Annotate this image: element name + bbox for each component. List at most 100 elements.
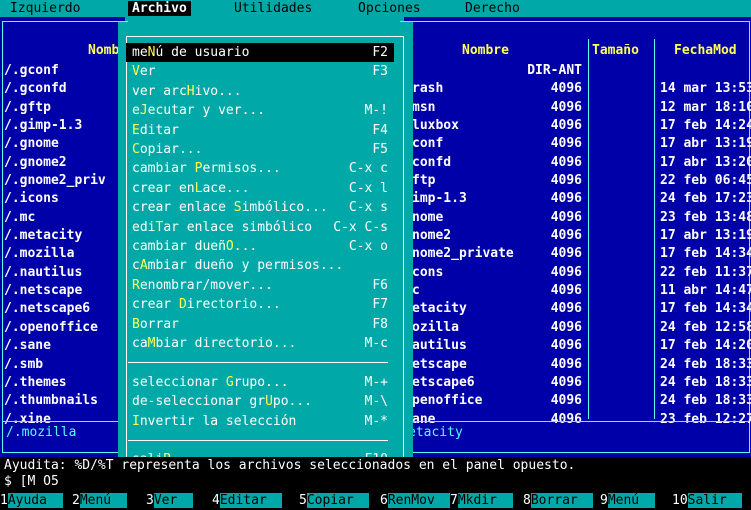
left-file-row[interactable]: /.gnome2 (4, 154, 124, 172)
menu-item[interactable]: Renombrar/mover... F6 (126, 276, 394, 295)
fkey-9[interactable]: 9Menú (600, 492, 655, 510)
left-file-row[interactable]: /.gconfd (4, 80, 124, 98)
menu-item-shortcut: F5 (372, 142, 388, 157)
menu-item[interactable]: ediTar enlace simbólico C-x C-s (126, 218, 394, 237)
right-file-row[interactable]: etacity 4096 17 feb 14:34 (410, 300, 751, 318)
menu-item[interactable]: cambiar Permisos... C-x c (126, 159, 394, 178)
menu-item[interactable]: crear enLace... C-x l (126, 179, 394, 198)
menu-item[interactable]: ver arcHivo... (126, 82, 394, 101)
menu-item[interactable]: crear Directorio... F7 (126, 295, 394, 314)
right-file-row[interactable]: etscape6 4096 24 feb 18:33 (410, 374, 751, 392)
menu-item[interactable]: eJecutar y ver... M-! (126, 101, 394, 120)
right-header-size[interactable]: Tamaño (592, 43, 639, 59)
menu-item[interactable]: cAmbiar dueño y permisos... (126, 256, 394, 275)
archivo-dropdown-menu[interactable]: meNú de usuario F2 Ver F3 ver arcHivo... eJec… (118, 22, 413, 470)
right-file-row[interactable]: cons 4096 22 feb 11:37 (410, 264, 751, 282)
right-file-row[interactable]: nome 4096 23 feb 13:48 (410, 209, 751, 227)
left-file-row[interactable]: /.gimp-1.3 (4, 117, 124, 135)
fkey-6[interactable]: 6RenMov (380, 492, 451, 510)
right-file-row[interactable]: etscape 4096 24 feb 18:33 (410, 356, 751, 374)
right-file-list[interactable]: DIR-ANT rash 4096 14 mar 13:53 msn 4096 12 mar… (410, 62, 751, 429)
file-size: 4096 (550, 411, 582, 427)
right-file-row[interactable]: c 4096 11 abr 14:47 (410, 282, 751, 300)
menu-opciones[interactable]: Opciones (358, 1, 421, 16)
left-file-row[interactable]: /.mc (4, 209, 124, 227)
left-file-row[interactable]: /.netscape6 (4, 300, 124, 318)
left-file-list[interactable]: /.gconf/.gconfd/.gftp/.gimp-1.3/.gnome/.… (4, 62, 124, 429)
fkey-1[interactable]: 1Ayuda (0, 492, 63, 510)
right-file-panel[interactable]: Nombre Tamaño FechaMod DIR-ANT rash 4096 14… (400, 17, 751, 457)
menu-item[interactable]: seleccionar Grupo... M-+ (126, 373, 394, 392)
right-file-row[interactable]: nome2 4096 17 abr 13:19 (410, 227, 751, 245)
right-header-name[interactable]: Nombre (462, 43, 509, 59)
left-file-row[interactable]: /.netscape (4, 282, 124, 300)
file-date: 17 feb 14:34 (660, 301, 751, 317)
menu-item-label: ver arcHivo... (132, 83, 242, 99)
menu-item[interactable]: Invertir la selección M-* (126, 412, 394, 431)
menu-item-shortcut: F6 (372, 277, 388, 293)
fkey-7[interactable]: 7Mkdir (450, 492, 513, 510)
right-file-row[interactable]: luxbox 4096 17 feb 14:24 (410, 117, 751, 135)
right-file-row[interactable]: confd 4096 17 abr 13:20 (410, 154, 751, 172)
left-file-panel[interactable]: Nomb /.gconf/.gconfd/.gftp/.gimp-1.3/.gn… (0, 17, 128, 457)
right-file-row[interactable]: nome2_private 4096 17 feb 14:34 (410, 245, 751, 263)
menu-item-label: Borrar (132, 316, 179, 332)
menu-item-label: meNú de usuario (132, 45, 250, 60)
menu-item[interactable]: Ver F3 (126, 62, 394, 81)
right-file-row[interactable]: msn 4096 12 mar 18:10 (410, 99, 751, 117)
left-file-row[interactable]: /.gftp (4, 99, 124, 117)
menu-item[interactable]: cambiar dueñO... C-x o (126, 237, 394, 256)
file-size: DIR-ANT (527, 63, 582, 78)
left-file-row[interactable]: /.gnome (4, 135, 124, 153)
menu-item[interactable]: caMbiar directorio... M-c (126, 334, 394, 353)
right-file-row[interactable]: conf 4096 17 abr 13:19 (410, 135, 751, 153)
menu-archivo[interactable]: Archivo (128, 1, 191, 16)
fkey-number: 2 (72, 493, 80, 508)
menu-hotkey-letter: P (194, 161, 203, 177)
fkey-5[interactable]: 5Copiar (299, 492, 370, 510)
menu-item[interactable]: Editar F4 (126, 121, 394, 140)
left-file-row[interactable]: /.smb (4, 356, 124, 374)
menu-item[interactable]: Borrar F8 (126, 315, 394, 334)
menu-item[interactable]: crear enlace Simbólico... C-x s (126, 198, 394, 217)
menu-item[interactable]: de-seleccionar grUpo... M-\ (126, 392, 394, 411)
fkey-10[interactable]: 10Salir (672, 492, 743, 510)
fkey-8[interactable]: 8Borrar (523, 492, 594, 510)
file-size: 4096 (550, 118, 582, 134)
menu-utilidades[interactable]: Utilidades (234, 1, 312, 16)
left-file-row[interactable]: /.icons (4, 190, 124, 208)
left-file-row[interactable]: /.gconf (4, 62, 124, 80)
left-file-row[interactable]: /.openoffice (4, 319, 124, 337)
menu-derecho[interactable]: Derecho (465, 1, 520, 16)
menu-item[interactable]: Copiar... F5 (126, 140, 394, 159)
right-file-row[interactable]: imp-1.3 4096 24 feb 17:23 (410, 190, 751, 208)
right-file-row[interactable]: rash 4096 14 mar 13:53 (410, 80, 751, 98)
left-file-row[interactable]: /.gnome2_priv (4, 172, 124, 190)
right-file-row[interactable]: penoffice 4096 24 feb 18:33 (410, 392, 751, 410)
menu-item-shortcut: F2 (372, 45, 388, 60)
right-header-date[interactable]: FechaMod (674, 43, 737, 59)
right-file-row[interactable]: DIR-ANT (410, 62, 750, 80)
menu-item-shortcut: F8 (372, 316, 388, 332)
command-prompt[interactable]: $ [M O5 (4, 474, 59, 490)
right-file-row[interactable]: ozilla 4096 24 feb 12:58 (410, 319, 751, 337)
menu-item-label: crear enlace Simbólico... (132, 200, 328, 216)
file-size: 4096 (550, 374, 582, 390)
file-name: etscape (412, 356, 467, 372)
file-size: 4096 (550, 154, 582, 170)
fkey-2[interactable]: 2Menú (72, 492, 127, 510)
left-file-row[interactable]: /.nautilus (4, 264, 124, 282)
right-file-row[interactable]: ftp 4096 22 feb 06:45 (410, 172, 751, 190)
right-file-row[interactable]: autilus 4096 17 feb 14:20 (410, 337, 751, 355)
file-date: 24 feb 18:33 (660, 393, 751, 409)
fkey-4[interactable]: 4Editar (212, 492, 283, 510)
left-file-row[interactable]: /.thumbnails (4, 392, 124, 410)
left-file-row[interactable]: /.mozilla (4, 245, 124, 263)
left-panel-header-name[interactable]: Nomb (88, 43, 119, 59)
menu-izquierdo[interactable]: Izquierdo (10, 1, 80, 16)
menu-item[interactable]: meNú de usuario F2 (126, 43, 394, 62)
left-file-row[interactable]: /.metacity (4, 227, 124, 245)
left-file-row[interactable]: /.sane (4, 337, 124, 355)
left-file-row[interactable]: /.themes (4, 374, 124, 392)
fkey-3[interactable]: 3Ver (146, 492, 193, 510)
